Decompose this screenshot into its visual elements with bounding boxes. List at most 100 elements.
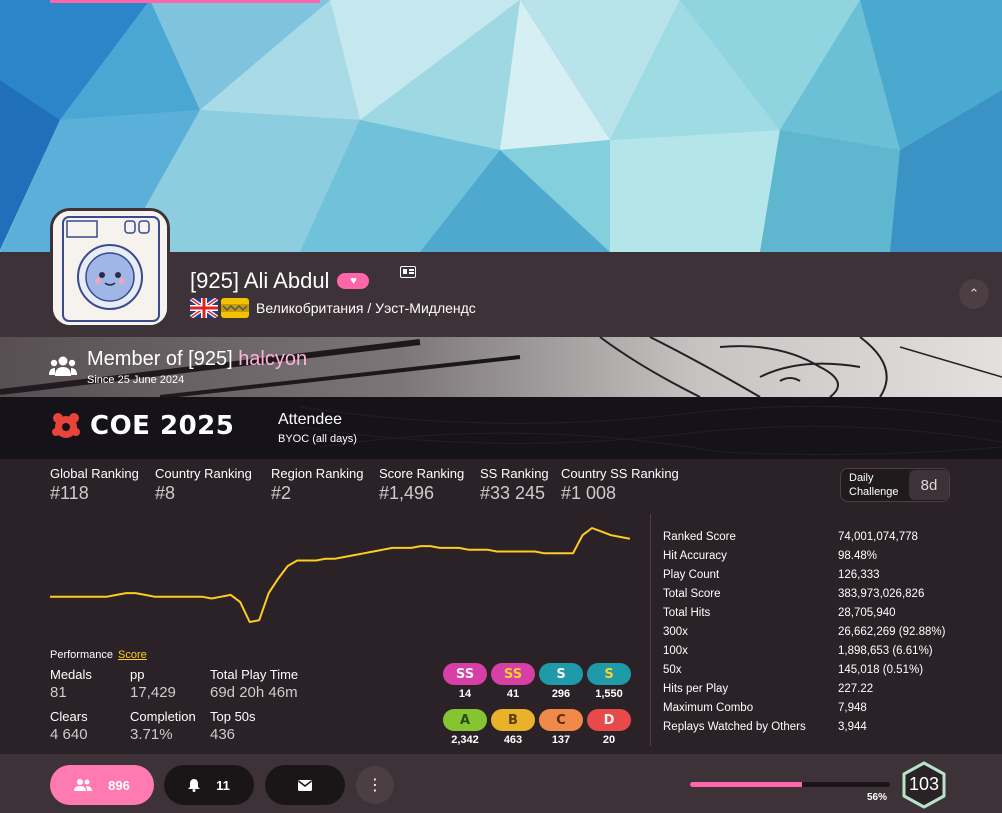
daily-challenge[interactable]: Daily Challenge 8d bbox=[840, 468, 950, 502]
level-progress-fill bbox=[690, 782, 802, 787]
heart-icon[interactable]: ♥ bbox=[337, 273, 370, 289]
team-title: Member of [925] halcyon bbox=[87, 348, 307, 371]
rank-history-chart[interactable] bbox=[50, 520, 630, 630]
uk-flag-icon[interactable] bbox=[190, 298, 218, 318]
detail-row: Total Score 383,973,026,826 bbox=[663, 584, 963, 603]
performance-score-link[interactable]: Score bbox=[118, 649, 147, 661]
bell-icon bbox=[188, 779, 201, 792]
tournament-name: COE 2025 bbox=[90, 411, 235, 441]
id-card-icon[interactable] bbox=[400, 266, 416, 278]
global-ranking-label: Global Ranking bbox=[50, 466, 139, 481]
ss-ranking-value: #33 245 bbox=[480, 483, 546, 503]
grade-pill: S bbox=[587, 663, 631, 685]
stat-label: Top 50s bbox=[210, 709, 256, 724]
grade-ss: SS 41 bbox=[491, 663, 535, 700]
detail-label: 100x bbox=[663, 644, 688, 657]
daily-challenge-value: 8d bbox=[909, 470, 949, 500]
rank-history-line bbox=[50, 527, 630, 623]
detail-value: 7,948 bbox=[838, 701, 867, 714]
region-ranking-value: #2 bbox=[271, 483, 292, 503]
stat-top-50s: Top 50s 436 bbox=[210, 709, 256, 743]
grade-pill: A bbox=[443, 709, 487, 731]
region-ranking: Region Ranking #2 bbox=[271, 466, 364, 504]
detail-label: Play Count bbox=[663, 568, 720, 581]
detail-value: 126,333 bbox=[838, 568, 880, 581]
stat-value: 81 bbox=[50, 684, 67, 701]
coe-logo-icon bbox=[52, 413, 80, 438]
score-ranking: Score Ranking #1,496 bbox=[379, 466, 464, 504]
stat-value: 4 640 bbox=[50, 726, 88, 743]
stat-clears: Clears 4 640 bbox=[50, 709, 88, 743]
team-icon bbox=[49, 356, 77, 376]
username-text: [925] Ali Abdul bbox=[190, 268, 330, 293]
detail-value: 227.22 bbox=[838, 682, 874, 695]
global-ranking-value: #118 bbox=[50, 483, 89, 503]
detail-label: Hit Accuracy bbox=[663, 549, 727, 562]
detail-row: Total Hits 28,705,940 bbox=[663, 603, 963, 622]
score-ranking-value: #1,496 bbox=[379, 483, 435, 503]
country-ss-ranking: Country SS Ranking #1 008 bbox=[561, 466, 679, 504]
detail-row: Maximum Combo 7,948 bbox=[663, 698, 963, 717]
level-progress-bar bbox=[690, 782, 890, 787]
grade-a: A 2,342 bbox=[443, 709, 487, 746]
team-since: Since 25 June 2024 bbox=[87, 374, 185, 386]
stat-completion: Completion 3.71% bbox=[130, 709, 196, 743]
stat-value: 436 bbox=[210, 726, 236, 743]
country-ss-ranking-value: #1 008 bbox=[561, 483, 617, 503]
country-ss-ranking-label: Country SS Ranking bbox=[561, 466, 679, 481]
grade-pill: B bbox=[491, 709, 535, 731]
country-ranking: Country Ranking #8 bbox=[155, 466, 252, 504]
team-prefix: Member of [925] bbox=[87, 348, 233, 370]
grade-count: 296 bbox=[551, 688, 571, 700]
avatar[interactable] bbox=[50, 208, 170, 328]
grade-ss-silver: SS 14 bbox=[443, 663, 487, 700]
grade-count: 20 bbox=[602, 734, 616, 746]
performance-toggle: Performance Score bbox=[50, 649, 147, 661]
grade-c: C 137 bbox=[539, 709, 583, 746]
friends-icon bbox=[74, 779, 93, 791]
progress-strip bbox=[50, 0, 320, 3]
grade-s: S 1,550 bbox=[587, 663, 631, 700]
global-ranking: Global Ranking #118 bbox=[50, 466, 139, 504]
grade-count: 137 bbox=[551, 734, 571, 746]
detail-value: 98.48% bbox=[838, 549, 878, 562]
grade-count: 2,342 bbox=[451, 734, 479, 746]
detail-label: Hits per Play bbox=[663, 682, 729, 695]
tournament-role: Attendee bbox=[278, 411, 343, 428]
stat-value: 17,429 bbox=[130, 684, 176, 701]
detail-label: Total Score bbox=[663, 587, 721, 600]
stat-label: Clears bbox=[50, 709, 88, 724]
message-button[interactable] bbox=[265, 765, 345, 805]
chevron-up-icon[interactable]: ⌃ bbox=[959, 279, 989, 309]
stat-medals: Medals 81 bbox=[50, 667, 92, 701]
ss-ranking: SS Ranking #33 245 bbox=[480, 466, 549, 504]
detail-row: 100x 1,898,653 (6.61%) bbox=[663, 641, 963, 660]
details-divider bbox=[650, 514, 651, 746]
grade-count: 41 bbox=[506, 688, 520, 700]
stat-pp: pp 17,429 bbox=[130, 667, 176, 701]
grade-pill: D bbox=[587, 709, 631, 731]
detail-row: Replays Watched by Others 3,944 bbox=[663, 717, 963, 736]
level-progress-percent: 56% bbox=[867, 792, 888, 803]
grade-pill: SS bbox=[491, 663, 535, 685]
team-link[interactable]: halcyon bbox=[238, 348, 307, 370]
score-ranking-label: Score Ranking bbox=[379, 466, 465, 481]
notify-button[interactable]: 11 bbox=[164, 765, 254, 805]
detail-row: 300x 26,662,269 (92.88%) bbox=[663, 622, 963, 641]
detail-value: 28,705,940 bbox=[838, 606, 896, 619]
detail-label: Ranked Score bbox=[663, 530, 736, 543]
detail-label: Replays Watched by Others bbox=[663, 720, 806, 733]
ss-ranking-label: SS Ranking bbox=[480, 466, 549, 481]
grade-pill: S bbox=[539, 663, 583, 685]
grade-count: 1,550 bbox=[595, 688, 623, 700]
region-flag-icon[interactable] bbox=[221, 298, 249, 318]
level-number: 103 bbox=[908, 774, 940, 794]
location: Великобритания / Уэст-Мидлендс bbox=[190, 298, 476, 318]
detail-value: 1,898,653 (6.61%) bbox=[838, 644, 933, 657]
detail-value: 383,973,026,826 bbox=[838, 587, 925, 600]
more-icon[interactable]: ⋮ bbox=[356, 766, 394, 804]
stat-label: pp bbox=[130, 667, 145, 682]
tournament-logo: COE 2025 bbox=[50, 410, 234, 442]
tournament-detail: BYOC (all days) bbox=[278, 433, 357, 445]
followers-button[interactable]: 896 bbox=[50, 765, 154, 805]
